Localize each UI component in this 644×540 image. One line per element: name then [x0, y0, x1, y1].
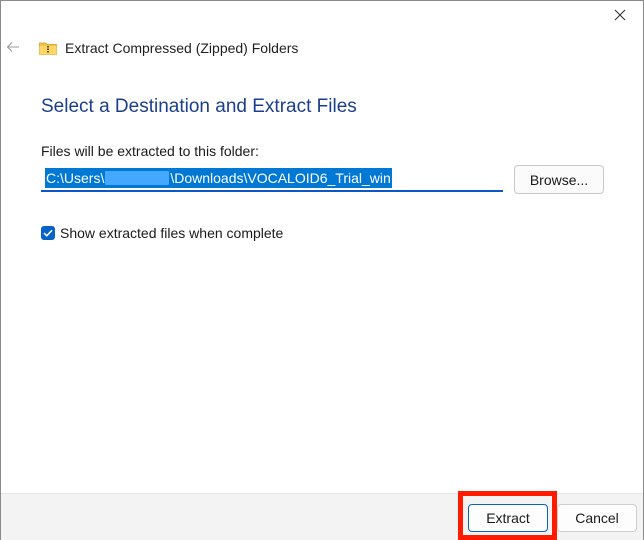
- checkmark-icon: [43, 229, 53, 237]
- back-button[interactable]: [3, 37, 23, 57]
- redacted-username: [105, 171, 170, 185]
- back-arrow-icon: [6, 42, 19, 52]
- window-title: Extract Compressed (Zipped) Folders: [65, 40, 299, 56]
- destination-label: Files will be extracted to this folder:: [41, 143, 259, 159]
- selected-path-text: C:\Users\ \Downloads\VOCALOID6_Trial_win: [45, 168, 392, 188]
- extract-button[interactable]: Extract: [468, 504, 548, 532]
- browse-button[interactable]: Browse...: [514, 165, 604, 194]
- zip-folder-icon: [39, 42, 57, 55]
- show-files-checkbox[interactable]: [41, 226, 55, 240]
- page-heading: Select a Destination and Extract Files: [41, 96, 357, 117]
- close-icon: [614, 9, 626, 21]
- destination-path-input[interactable]: C:\Users\ \Downloads\VOCALOID6_Trial_win: [41, 166, 503, 192]
- extract-dialog-window: Extract Compressed (Zipped) Folders Sele…: [0, 0, 644, 540]
- path-prefix: C:\Users\: [46, 170, 105, 186]
- close-button[interactable]: [597, 1, 643, 29]
- show-files-label: Show extracted files when complete: [60, 225, 284, 241]
- cancel-button[interactable]: Cancel: [557, 504, 637, 532]
- path-suffix: \Downloads\VOCALOID6_Trial_win: [170, 170, 391, 186]
- show-files-option[interactable]: Show extracted files when complete: [41, 225, 283, 241]
- title-bar: Extract Compressed (Zipped) Folders: [39, 39, 298, 57]
